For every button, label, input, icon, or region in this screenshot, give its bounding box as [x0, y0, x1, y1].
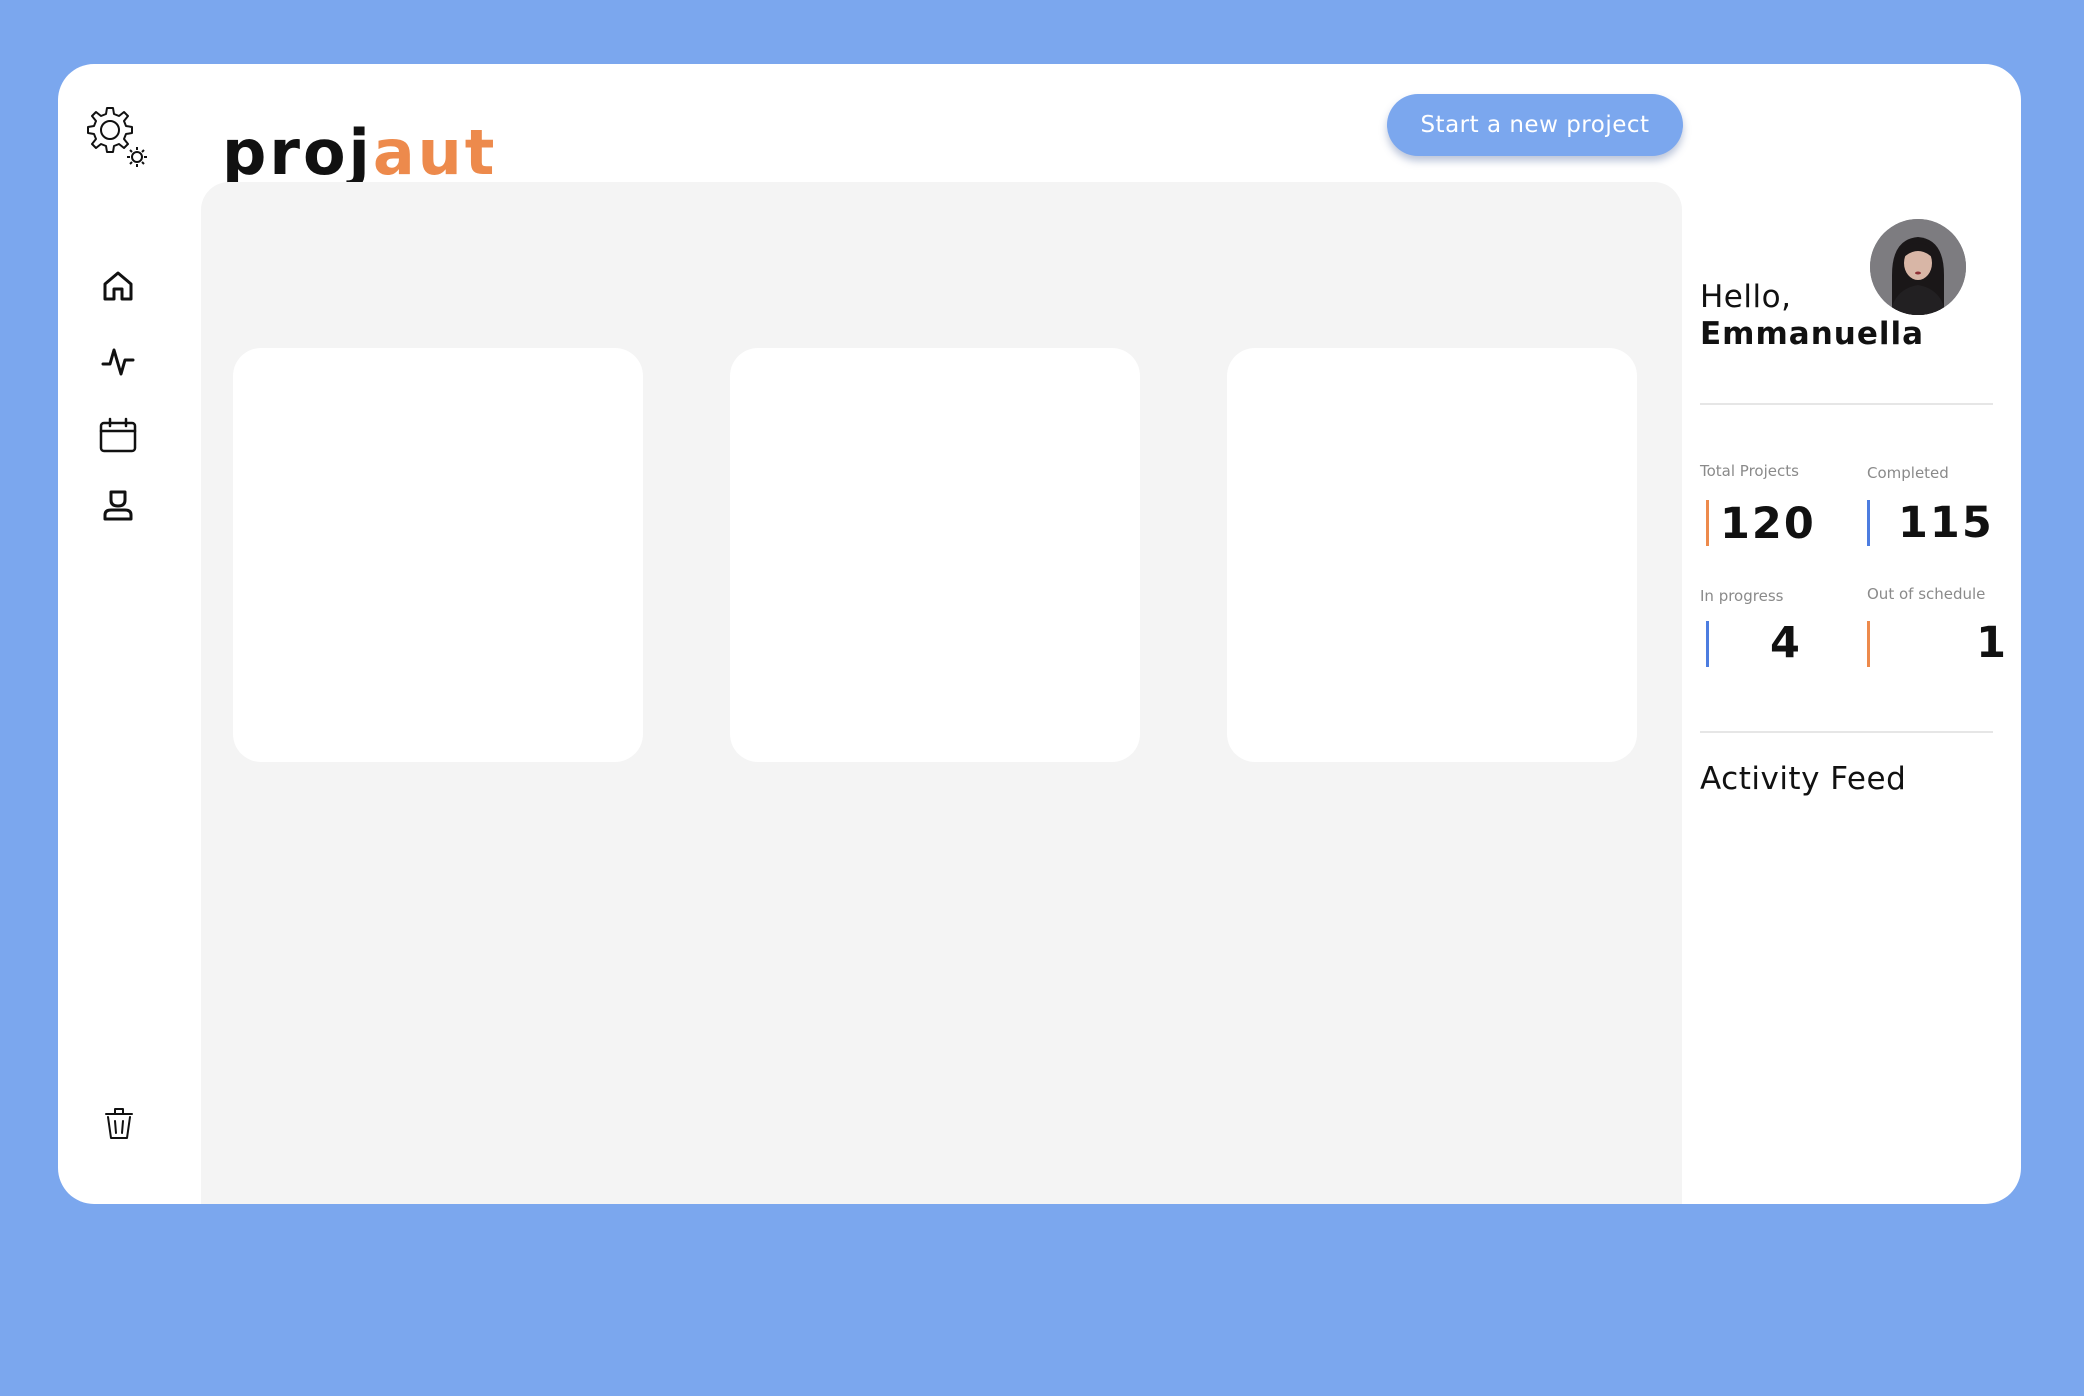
main-content-panel — [201, 182, 1682, 1204]
project-card[interactable] — [1227, 348, 1637, 762]
user-icon[interactable] — [101, 488, 135, 522]
app-logo: proj aut — [222, 104, 497, 184]
stat-in-progress-label: In progress — [1700, 587, 1784, 605]
right-panel: Hello, Emmanuella Total Projects 120 Com… — [1700, 64, 2021, 1204]
stat-out-of-schedule-label: Out of schedule — [1867, 585, 1986, 603]
app-window: proj aut Start a new project Hello, Emman… — [58, 64, 2021, 1204]
settings-gear-icon[interactable] — [83, 102, 153, 172]
stat-total-projects-value: 120 — [1720, 499, 1816, 549]
project-card[interactable] — [730, 348, 1140, 762]
calendar-icon[interactable] — [99, 417, 137, 453]
home-icon[interactable] — [102, 270, 134, 302]
stat-completed-value: 115 — [1898, 498, 1994, 548]
stat-completed-accent — [1867, 500, 1870, 546]
avatar[interactable] — [1870, 219, 1966, 315]
stat-total-projects-label: Total Projects — [1700, 462, 1799, 480]
stat-in-progress-accent — [1706, 621, 1709, 667]
stat-completed-label: Completed — [1867, 464, 1949, 482]
user-name: Emmanuella — [1700, 316, 1925, 352]
project-card[interactable] — [233, 348, 643, 762]
stat-out-of-schedule-value: 1 — [1976, 618, 2008, 668]
logo-text-part2: aut — [372, 116, 498, 189]
activity-pulse-icon[interactable] — [101, 346, 135, 378]
stat-out-of-schedule-accent — [1867, 621, 1870, 667]
divider — [1700, 731, 1993, 733]
logo-text-part1: proj — [222, 116, 373, 189]
divider — [1700, 403, 1993, 405]
trash-icon[interactable] — [103, 1105, 135, 1141]
start-new-project-button[interactable]: Start a new project — [1387, 94, 1683, 156]
activity-feed-title: Activity Feed — [1700, 761, 1907, 797]
stat-total-projects-accent — [1706, 500, 1709, 546]
stat-in-progress-value: 4 — [1770, 618, 1802, 668]
greeting-text: Hello, — [1700, 279, 1792, 315]
